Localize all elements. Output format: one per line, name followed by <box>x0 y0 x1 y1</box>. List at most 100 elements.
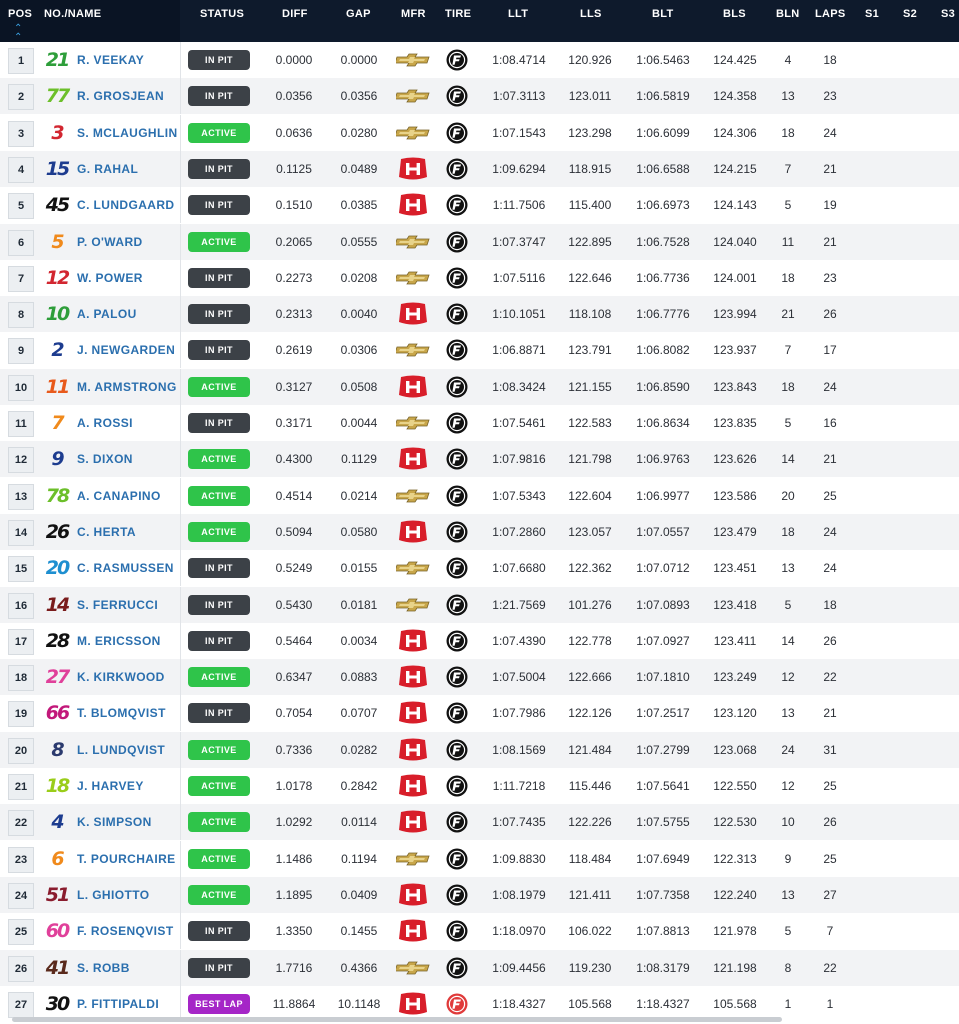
driver-name-link[interactable]: K. KIRKWOOD <box>77 670 165 684</box>
driver-name-link[interactable]: C. HERTA <box>77 525 136 539</box>
chevrolet-bowtie-icon <box>394 230 430 254</box>
driver-name-link[interactable]: A. CANAPINO <box>77 489 161 503</box>
gap-cell: 0.0214 <box>340 488 378 503</box>
blt-cell: 1:07.8813 <box>636 924 690 939</box>
table-row[interactable]: 3 3 S. MCLAUGHLIN ACTIVE 0.0636 0.0280 1:07.15… <box>0 114 959 151</box>
driver-name-link[interactable]: W. POWER <box>77 271 143 285</box>
table-row[interactable]: 4 15 G. RAHAL IN PIT 0.1125 0.0489 1:09.6294 11… <box>0 150 959 187</box>
lls-cell: 122.778 <box>568 633 612 648</box>
header-no-name[interactable]: NO./NAME <box>44 8 101 20</box>
lls-cell: 123.791 <box>568 343 612 358</box>
header-status[interactable]: STATUS <box>200 8 244 20</box>
status-badge: IN PIT <box>188 558 250 579</box>
driver-name-link[interactable]: C. RASMUSSEN <box>77 561 174 575</box>
table-row[interactable]: 24 51 L. GHIOTTO ACTIVE 1.1895 0.0409 1:08.197… <box>0 876 959 913</box>
gap-cell: 0.0040 <box>340 307 378 322</box>
table-row[interactable]: 2 77 R. GROSJEAN IN PIT 0.0356 0.0356 1:07.311… <box>0 78 959 115</box>
blt-cell: 1:06.7776 <box>636 307 690 322</box>
driver-name-link[interactable]: M. ARMSTRONG <box>77 380 177 394</box>
llt-cell: 1:07.7986 <box>492 706 546 721</box>
header-s2[interactable]: S2 <box>903 8 917 20</box>
header-s1[interactable]: S1 <box>865 8 879 20</box>
table-row[interactable]: 22 4 K. SIMPSON ACTIVE 1.0292 0.0114 1:07.7435… <box>0 804 959 841</box>
table-row[interactable]: 14 26 C. HERTA ACTIVE 0.5094 0.0580 1:07.2860 1… <box>0 513 959 550</box>
table-row[interactable]: 21 18 J. HARVEY ACTIVE 1.0178 0.2842 1:11.7218… <box>0 768 959 804</box>
driver-name-link[interactable]: J. NEWGARDEN <box>77 343 175 357</box>
gap-cell: 0.0034 <box>340 633 378 648</box>
diff-cell: 0.2065 <box>275 234 313 249</box>
lls-cell: 121.484 <box>568 742 612 757</box>
driver-name-link[interactable]: R. VEEKAY <box>77 53 144 67</box>
driver-name-link[interactable]: M. ERICSSON <box>77 634 161 648</box>
header-llt[interactable]: LLT <box>508 8 528 20</box>
driver-name-link[interactable]: P. O'WARD <box>77 235 143 249</box>
driver-name-link[interactable]: J. HARVEY <box>77 779 144 793</box>
bln-cell: 10 <box>781 815 795 830</box>
header-laps[interactable]: LAPS <box>815 8 846 20</box>
driver-name-link[interactable]: P. FITTIPALDI <box>77 997 159 1011</box>
header-blt[interactable]: BLT <box>652 8 673 20</box>
table-row[interactable]: 17 28 M. ERICSSON IN PIT 0.5464 0.0034 1:07.43… <box>0 622 959 659</box>
driver-name-link[interactable]: F. ROSENQVIST <box>77 924 174 938</box>
table-row[interactable]: 8 10 A. PALOU IN PIT 0.2313 0.0040 1:10.1051 11… <box>0 296 959 333</box>
header-bls[interactable]: BLS <box>723 8 746 20</box>
position-badge: 11 <box>8 411 34 437</box>
header-bln[interactable]: BLN <box>776 8 800 20</box>
table-row[interactable]: 12 9 S. DIXON ACTIVE 0.4300 0.1129 1:07.9816 12… <box>0 441 959 478</box>
car-number: 21 <box>45 49 70 71</box>
table-row[interactable]: 19 66 T. BLOMQVIST IN PIT 0.7054 0.0707 1:07.7… <box>0 695 959 732</box>
table-row[interactable]: 25 60 F. ROSENQVIST IN PIT 1.3350 0.1455 1:18.… <box>0 913 959 950</box>
table-row[interactable]: 13 78 A. CANAPINO ACTIVE 0.4514 0.0214 1:07.53… <box>0 477 959 514</box>
driver-name-link[interactable]: S. FERRUCCI <box>77 598 158 612</box>
header-tire[interactable]: TIRE <box>445 8 471 20</box>
blt-cell: 1:06.8590 <box>636 379 690 394</box>
laps-cell: 24 <box>823 125 837 140</box>
table-row[interactable]: 18 27 K. KIRKWOOD ACTIVE 0.6347 0.0883 1:07.50… <box>0 659 959 696</box>
table-row[interactable]: 15 20 C. RASMUSSEN IN PIT 0.5249 0.0155 1:07.6… <box>0 550 959 587</box>
header-gap[interactable]: GAP <box>346 8 371 20</box>
table-row[interactable]: 9 2 J. NEWGARDEN IN PIT 0.2619 0.0306 1:06.887… <box>0 332 959 369</box>
table-row[interactable]: 23 6 T. POURCHAIRE ACTIVE 1.1486 0.1194 1:09.8… <box>0 840 959 877</box>
sort-ascending-icon[interactable]: ⌃ ⌃ <box>14 24 22 43</box>
llt-cell: 1:08.1979 <box>492 887 546 902</box>
table-row[interactable]: 20 8 L. LUNDQVIST ACTIVE 0.7336 0.0282 1:08.15… <box>0 731 959 768</box>
horizontal-scrollbar[interactable] <box>12 1017 782 1022</box>
position-badge: 16 <box>8 592 34 619</box>
header-lls[interactable]: LLS <box>580 8 602 20</box>
table-row[interactable]: 10 11 M. ARMSTRONG ACTIVE 0.3127 0.0508 1:08.3… <box>0 368 959 405</box>
honda-h-icon <box>396 665 430 689</box>
header-mfr[interactable]: MFR <box>401 8 426 20</box>
driver-name-link[interactable]: K. SIMPSON <box>77 815 152 829</box>
table-row[interactable]: 1 21 R. VEEKAY IN PIT 0.0000 0.0000 1:08.4714 1… <box>0 42 959 78</box>
chevrolet-bowtie-icon <box>394 484 430 508</box>
header-pos[interactable]: POS <box>8 8 32 20</box>
driver-name-link[interactable]: A. ROSSI <box>77 416 133 430</box>
llt-cell: 1:10.1051 <box>492 307 546 322</box>
driver-name-link[interactable]: A. PALOU <box>77 307 137 321</box>
lls-cell: 101.276 <box>568 597 612 612</box>
driver-name-link[interactable]: R. GROSJEAN <box>77 89 164 103</box>
driver-name-link[interactable]: S. MCLAUGHLIN <box>77 126 178 140</box>
table-row[interactable]: 16 14 S. FERRUCCI IN PIT 0.5430 0.0181 1:21.75… <box>0 586 959 623</box>
driver-name-link[interactable]: C. LUNDGAARD <box>77 198 174 212</box>
driver-name-link[interactable]: L. LUNDQVIST <box>77 743 165 757</box>
laps-cell: 23 <box>823 89 837 104</box>
header-diff[interactable]: DIFF <box>282 8 308 20</box>
driver-name-link[interactable]: S. ROBB <box>77 961 130 975</box>
position-badge: 8 <box>8 302 34 329</box>
table-row[interactable]: 26 41 S. ROBB IN PIT 1.7716 0.4366 1:09.4456 11… <box>0 949 959 986</box>
car-number: 11 <box>45 375 70 398</box>
driver-name-link[interactable]: T. POURCHAIRE <box>77 852 176 866</box>
table-row[interactable]: 7 12 W. POWER IN PIT 0.2273 0.0208 1:07.5116 12… <box>0 259 959 296</box>
table-row[interactable]: 11 7 A. ROSSI IN PIT 0.3171 0.0044 1:07.5461 12… <box>0 405 959 441</box>
table-row[interactable]: 5 45 C. LUNDGAARD IN PIT 0.1510 0.0385 1:11.75… <box>0 187 959 224</box>
status-badge: IN PIT <box>188 304 250 325</box>
driver-name-link[interactable]: L. GHIOTTO <box>77 888 149 902</box>
gap-cell: 0.2842 <box>340 779 378 793</box>
firestone-f-icon <box>446 775 468 797</box>
driver-name-link[interactable]: G. RAHAL <box>77 162 138 176</box>
table-row[interactable]: 6 5 P. O'WARD ACTIVE 0.2065 0.0555 1:07.3747 12… <box>0 223 959 260</box>
driver-name-link[interactable]: S. DIXON <box>77 452 133 466</box>
header-s3[interactable]: S3 <box>941 8 955 20</box>
driver-name-link[interactable]: T. BLOMQVIST <box>77 706 166 720</box>
